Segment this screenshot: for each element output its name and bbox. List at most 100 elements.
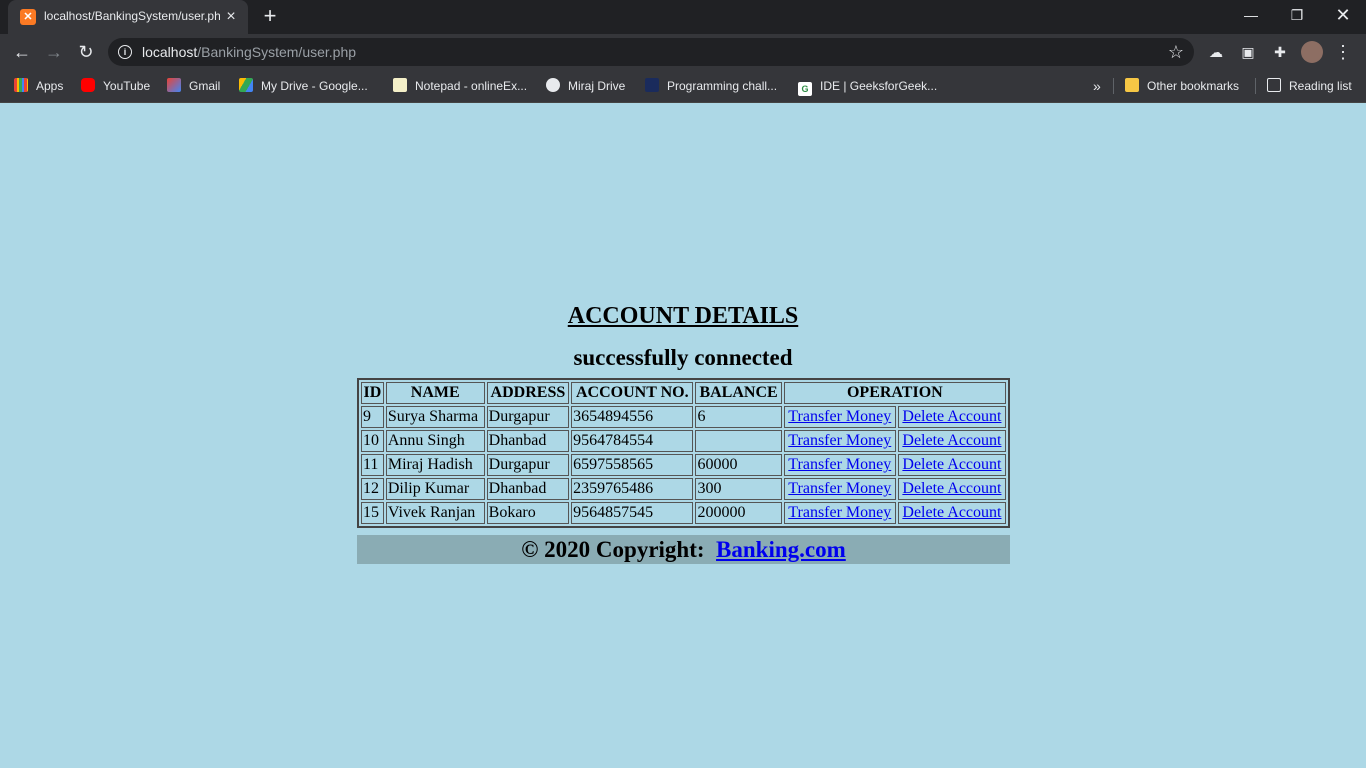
table-row: 10 Annu Singh Dhanbad 9564784554 Transfer Mo… bbox=[361, 430, 1006, 452]
delete-account-link[interactable]: Delete Account bbox=[902, 504, 1001, 521]
cell-address: Bokaro bbox=[486, 502, 570, 524]
cell-id: 15 bbox=[361, 502, 384, 524]
bookmark-label: Gmail bbox=[189, 79, 221, 93]
youtube-icon bbox=[81, 78, 95, 92]
apps-grid-icon bbox=[14, 78, 28, 92]
reading-list-icon bbox=[1267, 78, 1281, 92]
cell-name: Vivek Ranjan bbox=[385, 502, 485, 524]
bookmark-geeksforgeeks[interactable]: G IDE | GeeksforGeek... bbox=[798, 76, 937, 96]
bookmark-gmail[interactable]: Gmail bbox=[167, 76, 220, 96]
address-bar[interactable]: i localhost/BankingSystem/user.php ☆ bbox=[108, 38, 1194, 66]
programming-site-icon bbox=[645, 78, 659, 92]
forward-icon[interactable]: → bbox=[40, 38, 68, 66]
url-text[interactable]: localhost/BankingSystem/user.php bbox=[142, 44, 356, 60]
bookmark-star-icon[interactable]: ☆ bbox=[1168, 42, 1184, 62]
cell-operation: Delete Account bbox=[897, 502, 1006, 524]
footer-link[interactable]: Banking.com bbox=[716, 537, 846, 562]
delete-account-link[interactable]: Delete Account bbox=[902, 408, 1001, 425]
transfer-money-link[interactable]: Transfer Money bbox=[788, 480, 891, 497]
cell-address: Durgapur bbox=[486, 406, 570, 428]
back-icon[interactable]: ← bbox=[8, 38, 36, 66]
cell-address: Dhanbad bbox=[486, 478, 570, 500]
browser-tab[interactable]: ✕ localhost/BankingSystem/user.php × bbox=[8, 0, 248, 34]
bookmark-label: Programming chall... bbox=[667, 79, 778, 93]
bookmarks-divider bbox=[1255, 78, 1256, 94]
cloud-extension-icon[interactable]: ☁ bbox=[1206, 42, 1226, 62]
bookmark-programming[interactable]: Programming chall... bbox=[645, 76, 777, 96]
close-tab-icon[interactable]: × bbox=[222, 8, 240, 26]
url-path: /BankingSystem/user.php bbox=[197, 44, 357, 60]
bookmark-youtube[interactable]: YouTube bbox=[81, 76, 150, 96]
cell-balance bbox=[695, 430, 782, 452]
cell-operation: Delete Account bbox=[897, 430, 1006, 452]
page-title: ACCOUNT DETAILS bbox=[567, 303, 799, 329]
xampp-favicon-icon: ✕ bbox=[20, 9, 36, 25]
connection-status: successfully connected bbox=[573, 345, 793, 370]
transfer-money-link[interactable]: Transfer Money bbox=[788, 432, 891, 449]
footer: © 2020 Copyright: Banking.com bbox=[357, 535, 1010, 564]
table-row: 9 Surya Sharma Durgapur 3654894556 6 Transfer… bbox=[361, 406, 1006, 428]
page-content: ACCOUNT DETAILS successfully connected I… bbox=[0, 103, 1366, 768]
transfer-money-link[interactable]: Transfer Money bbox=[788, 456, 891, 473]
extensions-puzzle-icon[interactable]: ✚ bbox=[1270, 42, 1290, 62]
header-address: ADDRESS bbox=[486, 382, 570, 404]
cell-account-no: 2359765486 bbox=[571, 478, 694, 500]
bookmarks-divider bbox=[1113, 78, 1114, 94]
cell-operation: Delete Account bbox=[897, 478, 1006, 500]
table-row: 12 Dilip Kumar Dhanbad 2359765486 300 Transfe… bbox=[361, 478, 1006, 500]
bookmark-label: YouTube bbox=[103, 79, 151, 93]
cell-account-no: 9564857545 bbox=[571, 502, 694, 524]
cell-id: 11 bbox=[361, 454, 384, 476]
bookmark-label: My Drive - Google... bbox=[261, 79, 368, 93]
footer-copyright: © 2020 Copyright: bbox=[521, 537, 705, 562]
bookmark-label: Miraj Drive bbox=[568, 79, 626, 93]
cell-operation: Transfer Money bbox=[783, 454, 896, 476]
cell-balance: 60000 bbox=[695, 454, 782, 476]
notepad-icon bbox=[393, 78, 407, 92]
cell-name: Annu Singh bbox=[385, 430, 485, 452]
header-id: ID bbox=[361, 382, 384, 404]
cell-operation: Delete Account bbox=[897, 454, 1006, 476]
google-drive-icon bbox=[239, 78, 253, 92]
cell-id: 10 bbox=[361, 430, 384, 452]
bookmark-miraj-drive[interactable]: Miraj Drive bbox=[546, 76, 625, 96]
cell-operation: Transfer Money bbox=[783, 502, 896, 524]
delete-account-link[interactable]: Delete Account bbox=[902, 456, 1001, 473]
bookmark-my-drive[interactable]: My Drive - Google... bbox=[239, 76, 368, 96]
cell-account-no: 3654894556 bbox=[571, 406, 694, 428]
window-close-icon[interactable]: ✕ bbox=[1320, 0, 1366, 30]
other-bookmarks[interactable]: Other bookmarks bbox=[1125, 76, 1239, 96]
table-header-row: ID NAME ADDRESS ACCOUNT NO. BALANCE OPER… bbox=[361, 382, 1006, 404]
bookmark-apps[interactable]: Apps bbox=[14, 76, 63, 96]
header-operation: OPERATION bbox=[783, 382, 1006, 404]
cell-name: Surya Sharma bbox=[385, 406, 485, 428]
bookmark-notepad[interactable]: Notepad - onlineEx... bbox=[393, 76, 527, 96]
menu-kebab-icon[interactable]: ⋮ bbox=[1334, 40, 1352, 64]
bookmarks-overflow-icon[interactable]: » bbox=[1093, 76, 1101, 96]
tab-title: localhost/BankingSystem/user.php bbox=[44, 9, 220, 23]
minimize-icon[interactable]: — bbox=[1228, 0, 1274, 30]
reader-extension-icon[interactable]: ▣ bbox=[1238, 42, 1258, 62]
site-info-icon[interactable]: i bbox=[118, 45, 132, 59]
folder-icon bbox=[1125, 78, 1139, 92]
bookmark-label: Notepad - onlineEx... bbox=[415, 79, 528, 93]
bookmark-label: IDE | GeeksforGeek... bbox=[820, 79, 938, 93]
new-tab-icon[interactable]: + bbox=[258, 4, 282, 28]
tab-strip: ✕ localhost/BankingSystem/user.php × + —… bbox=[0, 0, 1366, 34]
cell-account-no: 9564784554 bbox=[571, 430, 694, 452]
restore-icon[interactable]: ❐ bbox=[1274, 0, 1320, 30]
profile-avatar[interactable] bbox=[1301, 41, 1323, 63]
delete-account-link[interactable]: Delete Account bbox=[902, 432, 1001, 449]
transfer-money-link[interactable]: Transfer Money bbox=[788, 408, 891, 425]
transfer-money-link[interactable]: Transfer Money bbox=[788, 504, 891, 521]
bookmarks-bar: Apps YouTube Gmail My Drive - Google... … bbox=[0, 70, 1366, 103]
gmail-icon bbox=[167, 78, 181, 92]
reload-icon[interactable]: ↻ bbox=[72, 38, 100, 66]
cell-operation: Transfer Money bbox=[783, 406, 896, 428]
cell-name: Dilip Kumar bbox=[385, 478, 485, 500]
account-table: ID NAME ADDRESS ACCOUNT NO. BALANCE OPER… bbox=[357, 378, 1010, 528]
reading-list[interactable]: Reading list bbox=[1267, 76, 1352, 96]
table-row: 11 Miraj Hadish Durgapur 6597558565 60000 Tra… bbox=[361, 454, 1006, 476]
delete-account-link[interactable]: Delete Account bbox=[902, 480, 1001, 497]
header-balance: BALANCE bbox=[695, 382, 782, 404]
